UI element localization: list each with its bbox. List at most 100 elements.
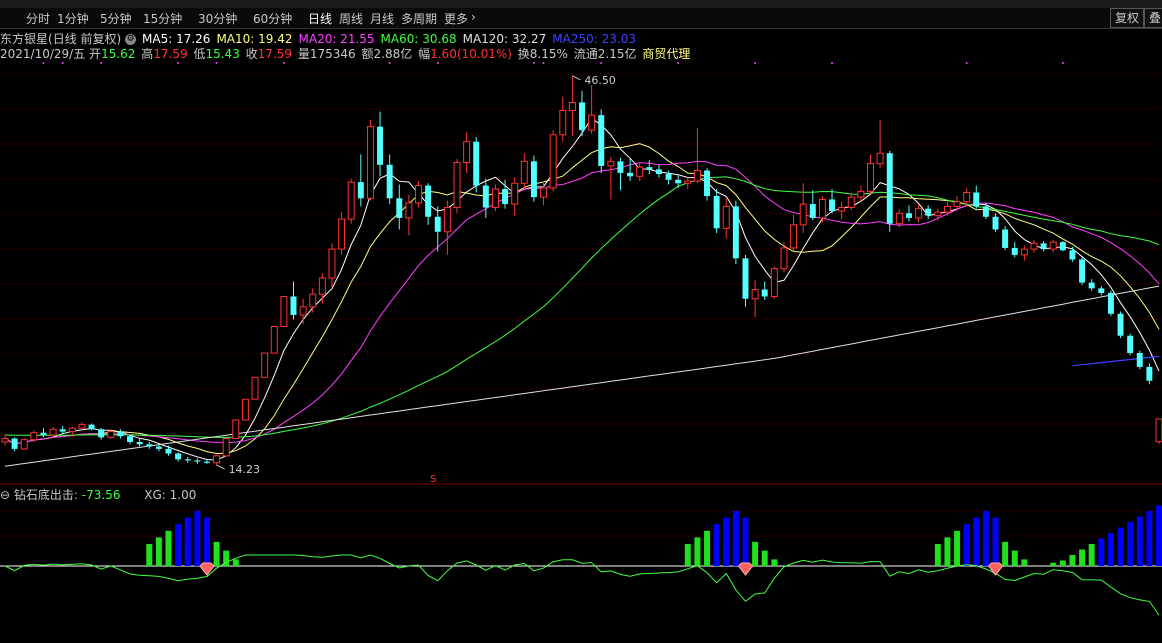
candle-body-down: [194, 460, 201, 462]
sub-histogram-bar: [1156, 505, 1162, 566]
settings-icon[interactable]: ⚙: [125, 34, 137, 45]
candle-body-down: [646, 167, 653, 170]
candle-body-up: [338, 218, 346, 250]
candle-body-up: [1155, 418, 1162, 443]
candle-body-down: [829, 199, 836, 211]
candle-body-down: [1059, 242, 1066, 251]
ma-label-3: MA60: 30.68: [380, 32, 457, 46]
candle-body-down: [992, 216, 999, 230]
period-tab-5[interactable]: 60分钟: [253, 10, 292, 27]
diamond-signal-icon: [987, 562, 1004, 576]
candle-body-down: [59, 429, 66, 432]
candle-body-down: [1146, 366, 1153, 381]
sub-histogram-bar: [934, 544, 941, 566]
candle-body-down: [98, 429, 105, 438]
candle-body-up: [415, 185, 422, 204]
candle-body-up: [1020, 248, 1028, 256]
sub-histogram-bar: [992, 517, 999, 566]
candle-body-down: [530, 161, 537, 198]
candle-body-down: [617, 161, 624, 173]
candle-body-up: [549, 134, 557, 189]
candle-body-up: [1, 438, 9, 443]
high-value: 17.59: [153, 47, 188, 61]
low-label: 低: [193, 47, 206, 61]
period-tab-6[interactable]: 日线: [308, 10, 332, 27]
sub-histogram-bar: [1098, 538, 1105, 566]
candle-body-up: [213, 455, 221, 464]
sub-histogram-bar: [155, 537, 162, 566]
more-arrow-icon[interactable]: ›: [471, 10, 476, 24]
sub-histogram-bar: [1069, 555, 1076, 566]
candle-body-up: [780, 247, 788, 270]
candle-body-up: [693, 170, 701, 182]
kline-chart[interactable]: 46.50 14.23 S: [0, 0, 1162, 643]
candle-body-down: [809, 204, 816, 218]
period-tab-10[interactable]: 更多: [444, 10, 468, 27]
candle-body-up: [222, 438, 230, 457]
candle-body-up: [838, 207, 846, 212]
candle-body-down: [598, 115, 605, 166]
candle-body-up: [953, 201, 961, 207]
candle-body-up: [915, 208, 923, 219]
sub-histogram-bar: [954, 530, 961, 566]
vol-label: 量: [297, 47, 310, 61]
collapse-icon[interactable]: ⊖: [0, 488, 10, 502]
period-tab-8[interactable]: 月线: [370, 10, 394, 27]
candle-body-down: [973, 192, 980, 207]
period-tab-2[interactable]: 5分钟: [100, 10, 132, 27]
chg-value: 1.60(10.01%): [430, 47, 512, 61]
sub-histogram-bar: [213, 541, 220, 566]
high-label: 高: [141, 47, 154, 61]
candle-body-up: [818, 198, 826, 219]
candle-body-down: [386, 164, 393, 199]
period-tab-0[interactable]: 分时: [26, 10, 50, 27]
candle-body-up: [588, 114, 596, 131]
candle-body-up: [751, 289, 759, 300]
candle-body-down: [1079, 259, 1086, 283]
float-label: 流通: [573, 47, 598, 61]
high-annotation: 46.50: [584, 74, 616, 87]
candle-body-up: [491, 188, 499, 209]
candle-body-down: [425, 185, 432, 217]
overlay-button[interactable]: 叠: [1144, 8, 1162, 28]
period-tab-4[interactable]: 30分钟: [198, 10, 237, 27]
sub-histogram-bar: [194, 511, 201, 566]
signal-dot: [965, 62, 968, 64]
candle-body-up: [318, 277, 326, 295]
candle-body-down: [377, 126, 384, 165]
high-pointer: [572, 75, 581, 81]
low-value: 15.43: [205, 47, 240, 61]
ma5-line: [4, 117, 1160, 461]
candle-body-up: [232, 419, 240, 440]
diamond-signal-icon: [199, 562, 215, 576]
candle-body-up: [309, 293, 317, 308]
candle-body-up: [511, 182, 519, 205]
sub-histogram-bar: [232, 559, 239, 566]
sub-histogram-bar: [1117, 527, 1124, 566]
period-tab-3[interactable]: 15分钟: [143, 10, 182, 27]
period-tab-7[interactable]: 周线: [339, 10, 363, 27]
period-tab-1[interactable]: 1分钟: [57, 10, 89, 27]
open-label: 开: [89, 47, 102, 61]
candle-body-up: [963, 192, 971, 203]
sub-indicator-header: ⊖ 钻石底出击: -73.56 XG: 1.00: [0, 486, 196, 503]
s-marker: S: [430, 474, 436, 485]
candle-body-up: [405, 202, 413, 219]
candle-body-down: [1098, 288, 1105, 293]
candle-body-down: [742, 258, 749, 299]
ma10-line: [4, 143, 1160, 455]
industry-label: 商贸代理: [642, 47, 691, 61]
sub-oscillator-line: [4, 554, 1160, 616]
candle-body-down: [396, 198, 403, 218]
candle-body-up: [799, 203, 807, 226]
ohlc-row: 2021/10/29/五 开15.62 高17.59 低15.43 收17.59…: [0, 45, 692, 62]
candle-body-up: [895, 212, 903, 225]
candle-body-down: [1127, 335, 1134, 354]
float-value: 2.15亿: [597, 47, 637, 61]
period-tab-9[interactable]: 多周期: [401, 10, 437, 27]
candle-body-up: [790, 224, 798, 249]
sub-histogram-bar: [1079, 549, 1086, 566]
sub-histogram-bar: [165, 530, 172, 566]
restore-rights-button[interactable]: 复权: [1110, 8, 1145, 28]
sub-histogram-bar: [761, 550, 768, 566]
